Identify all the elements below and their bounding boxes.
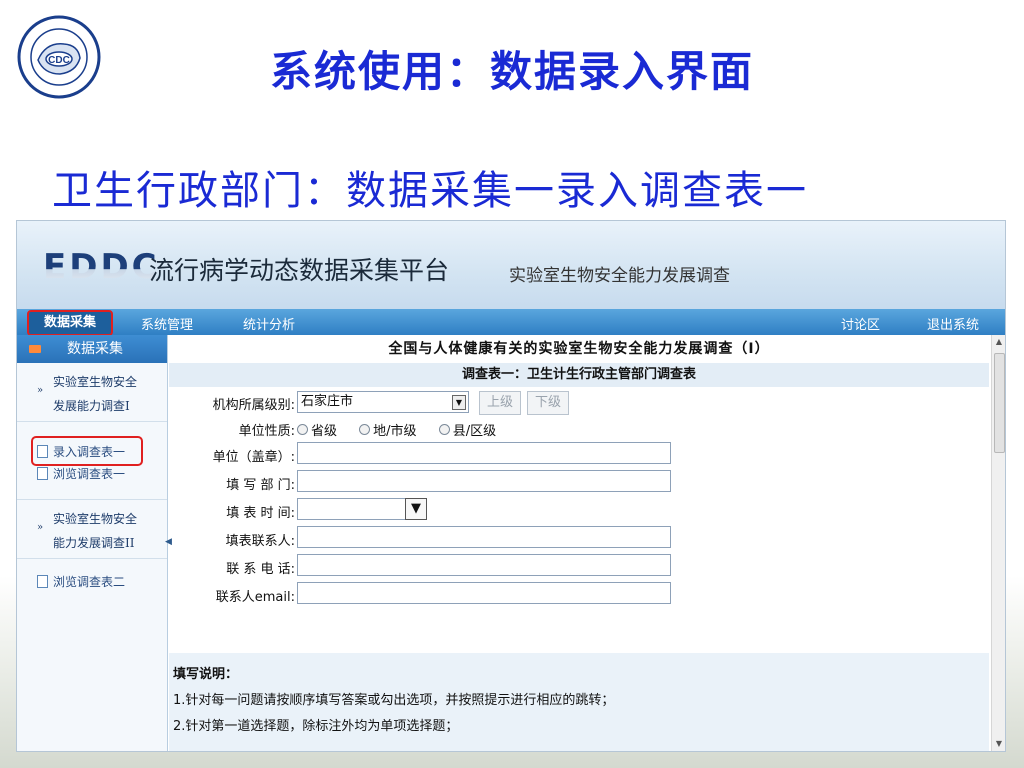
sidebar-group-2-line2: 能力发展调查II [53,536,135,550]
sidebar-item-label: 浏览调查表一 [53,467,126,481]
sidebar-item-enter-survey-1[interactable]: 录入调查表一 [37,443,125,460]
sidebar-item-label: 录入调查表一 [53,445,126,459]
unit-row: 单位（盖章）: [169,441,989,467]
org-level-select[interactable]: 石家庄市 ▼ [297,391,469,413]
dropdown-arrow-icon: ▼ [452,395,466,410]
dept-label: 填 写 部 门: [226,478,295,493]
contact-input[interactable] [297,526,671,548]
email-input[interactable] [297,582,671,604]
instruction-line-1: 1.针对每一问题请按顺序填写答案或勾出选项，并按照提示进行相应的跳转； [173,693,615,708]
vertical-scrollbar[interactable]: ▲ ▼ [991,335,1005,751]
phone-label: 联 系 电 话: [226,562,295,577]
dept-row: 填 写 部 门: [169,469,989,495]
radio-provincial[interactable]: 省级 [297,424,337,439]
radio-label: 省级 [311,424,338,439]
org-level-row: 机构所属级别: 石家庄市 ▼ 上级 下级 [169,389,989,415]
main-navbar: 数据采集 系统管理 统计分析 讨论区 退出系统 [17,309,1005,336]
unit-label: 单位（盖章）: [212,450,295,465]
nav-logout[interactable]: 退出系统 [927,314,979,333]
radio-county[interactable]: 县/区级 [438,424,497,439]
sidebar: 数据采集 实验室生物安全 » 发展能力调查I 录入调查表一 浏览调查表一 实验室… [17,335,168,751]
document-icon [37,575,48,588]
instructions-heading: 填写说明： [173,667,239,682]
date-label: 填 表 时 间: [226,506,295,521]
sidebar-header-label: 数据采集 [67,341,123,357]
app-header: EDDC 流行病学动态数据采集平台 实验室生物安全能力发展调查 [17,221,1005,309]
contact-row: 填表联系人: [169,525,989,551]
brand-logo: EDDC [43,247,160,287]
date-picker-button[interactable]: ▼ [405,498,427,520]
form-subtitle: 调查表一：卫生计生行政主管部门调查表 [169,363,989,387]
grid-icon [29,345,41,353]
nav-data-collection[interactable]: 数据采集 [27,310,113,336]
slide-subtitle: 卫生行政部门：数据采集一录入调查表一 [52,168,808,214]
sidebar-group-2-line1: 实验室生物安全 [53,512,138,526]
radio-icon [359,424,371,435]
date-input[interactable] [297,498,407,520]
email-row: 联系人email: [169,581,989,607]
survey-name: 实验室生物安全能力发展调查 [509,266,730,286]
unit-nature-row: 单位性质: 省级 地/市级 县/区级 [169,415,989,441]
phone-input[interactable] [297,554,671,576]
sidebar-group-1-line1: 实验室生物安全 [53,375,138,389]
instruction-line-2: 2.针对第一道选择题，除标注外均为单项选择题； [173,719,459,734]
org-level-value: 石家庄市 [301,394,354,409]
document-icon [37,445,48,458]
scroll-thumb[interactable] [994,353,1005,453]
sidebar-group-1-line2: 发展能力调查I [53,399,130,413]
double-chevron-icon: » [37,385,44,396]
sidebar-group-survey-1[interactable]: 实验室生物安全 » 发展能力调查I [17,363,167,422]
sidebar-header: 数据采集 [17,335,167,363]
nav-statistics[interactable]: 统计分析 [243,314,295,333]
scroll-down-icon[interactable]: ▼ [992,737,1005,751]
org-level-label: 机构所属级别: [212,398,295,413]
email-label: 联系人email: [215,590,295,605]
app-window: EDDC 流行病学动态数据采集平台 实验室生物安全能力发展调查 数据采集 系统管… [16,220,1006,752]
nav-system-management[interactable]: 系统管理 [141,314,193,333]
double-chevron-icon: » [37,522,44,533]
radio-label: 地/市级 [373,424,417,439]
form-title: 全国与人体健康有关的实验室生物安全能力发展调查（I） [388,341,770,357]
form-content: 全国与人体健康有关的实验室生物安全能力发展调查（I） 调查表一：卫生计生行政主管… [169,335,989,751]
radio-prefecture[interactable]: 地/市级 [359,424,417,439]
radio-icon [438,424,450,435]
instructions-panel: 填写说明： 1.针对每一问题请按顺序填写答案或勾出选项，并按照提示进行相应的跳转… [169,653,989,751]
phone-row: 联 系 电 话: [169,553,989,579]
sidebar-item-browse-survey-1[interactable]: 浏览调查表一 [37,465,125,482]
sidebar-group-survey-2[interactable]: 实验室生物安全 » 能力发展调查II [17,499,167,559]
up-level-button[interactable]: 上级 [479,391,521,415]
radio-icon [297,424,308,435]
sidebar-item-browse-survey-2[interactable]: 浏览调查表二 [37,573,125,590]
platform-name: 流行病学动态数据采集平台 [149,256,450,285]
down-level-button[interactable]: 下级 [527,391,569,415]
document-icon [37,467,48,480]
contact-label: 填表联系人: [225,534,295,549]
radio-label: 县/区级 [452,424,497,439]
unit-nature-label: 单位性质: [238,424,295,439]
unit-input[interactable] [297,442,671,464]
sidebar-item-label: 浏览调查表二 [53,575,126,589]
scroll-up-icon[interactable]: ▲ [992,335,1005,349]
slide-title: 系统使用：数据录入界面 [269,47,754,96]
date-row: 填 表 时 间: ▼ [169,497,989,523]
dept-input[interactable] [297,470,671,492]
nav-forum[interactable]: 讨论区 [841,314,880,333]
